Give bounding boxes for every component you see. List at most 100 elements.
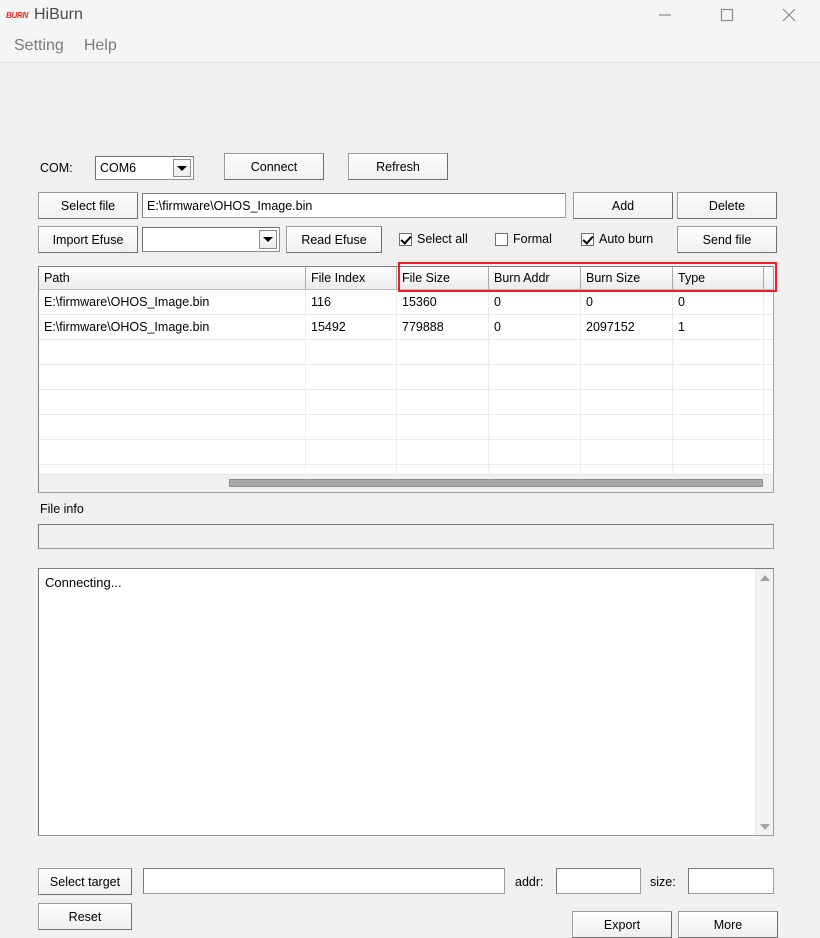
log-output[interactable]: Connecting...	[38, 568, 774, 836]
efuse-select[interactable]	[142, 227, 280, 252]
checkbox-box	[495, 232, 508, 246]
file-table[interactable]: Path File Index File Size Burn Addr Burn Siz…	[38, 266, 774, 493]
table-cell-empty	[673, 415, 764, 439]
window-title: HiBurn	[34, 6, 83, 23]
table-cell-empty	[673, 440, 764, 464]
com-label: COM:	[40, 161, 73, 175]
table-row-empty[interactable]	[39, 440, 773, 465]
close-icon[interactable]	[758, 0, 820, 30]
addr-input[interactable]	[556, 868, 641, 894]
select-target-button[interactable]: Select target	[38, 868, 132, 895]
select-all-checkbox[interactable]: Select all	[399, 232, 468, 246]
scroll-down-icon[interactable]	[756, 818, 773, 835]
export-button[interactable]: Export	[572, 911, 672, 938]
table-row-empty[interactable]	[39, 415, 773, 440]
select-file-button[interactable]: Select file	[38, 192, 138, 219]
table-cell-burn-size: 0	[581, 290, 673, 314]
formal-checkbox[interactable]: Formal	[495, 232, 552, 246]
table-cell-file-size: 779888	[397, 315, 489, 339]
table-cell-file-index: 116	[306, 290, 397, 314]
table-cell-path: E:\firmware\OHOS_Image.bin	[39, 315, 306, 339]
table-cell-empty	[306, 390, 397, 414]
table-horizontal-scrollbar[interactable]	[39, 474, 773, 492]
table-cell-empty	[489, 440, 581, 464]
chevron-down-icon[interactable]	[259, 230, 277, 249]
log-text: Connecting...	[45, 575, 122, 590]
menu-item-help[interactable]: Help	[74, 35, 127, 57]
connect-button[interactable]: Connect	[224, 153, 324, 180]
table-cell-empty	[39, 340, 306, 364]
table-row[interactable]: E:\firmware\OHOS_Image.bin 116 15360 0 0 0	[39, 290, 773, 315]
table-cell-empty	[306, 340, 397, 364]
table-cell-empty	[581, 440, 673, 464]
table-cell-empty	[397, 440, 489, 464]
table-cell-empty	[673, 390, 764, 414]
file-info-field	[38, 524, 774, 549]
table-cell-empty	[397, 365, 489, 389]
send-file-button[interactable]: Send file	[677, 226, 777, 253]
table-cell-empty	[489, 390, 581, 414]
table-cell-empty	[39, 415, 306, 439]
com-port-value: COM6	[100, 161, 137, 175]
table-row-empty[interactable]	[39, 340, 773, 365]
scrollbar-thumb[interactable]	[229, 479, 763, 487]
table-cell-empty	[306, 365, 397, 389]
menu-item-setting[interactable]: Setting	[4, 35, 74, 57]
table-column-header[interactable]: Burn Size	[581, 267, 673, 289]
log-vertical-scrollbar[interactable]	[755, 569, 773, 835]
table-cell-empty	[673, 365, 764, 389]
delete-button[interactable]: Delete	[677, 192, 777, 219]
table-cell-empty	[489, 340, 581, 364]
table-cell-empty	[397, 390, 489, 414]
table-column-header[interactable]: File Size	[397, 267, 489, 289]
table-cell-empty	[581, 390, 673, 414]
table-cell-burn-addr: 0	[489, 290, 581, 314]
table-cell-type: 0	[673, 290, 764, 314]
add-button[interactable]: Add	[573, 192, 673, 219]
table-cell-empty	[397, 415, 489, 439]
table-cell-empty	[581, 415, 673, 439]
target-input[interactable]	[143, 868, 505, 894]
auto-burn-checkbox[interactable]: Auto burn	[581, 232, 653, 246]
refresh-button[interactable]: Refresh	[348, 153, 448, 180]
file-path-input[interactable]: E:\firmware\OHOS_Image.bin	[142, 193, 566, 218]
menu-bar: Setting Help	[0, 30, 820, 63]
import-efuse-button[interactable]: Import Efuse	[38, 226, 138, 253]
table-column-header[interactable]: Burn Addr	[489, 267, 581, 289]
table-cell-empty	[306, 440, 397, 464]
addr-label: addr:	[515, 875, 544, 889]
table-cell-file-index: 15492	[306, 315, 397, 339]
client-area: COM: COM6 Connect Refresh Select file E:…	[0, 63, 820, 938]
table-column-header[interactable]: Path	[39, 267, 306, 289]
file-info-label: File info	[40, 502, 84, 516]
table-cell-empty	[39, 390, 306, 414]
table-cell-empty	[39, 365, 306, 389]
table-cell-empty	[489, 415, 581, 439]
window-controls	[634, 0, 820, 30]
table-cell-file-size: 15360	[397, 290, 489, 314]
table-cell-path: E:\firmware\OHOS_Image.bin	[39, 290, 306, 314]
maximize-icon[interactable]	[696, 0, 758, 30]
table-row-empty[interactable]	[39, 365, 773, 390]
table-row-empty[interactable]	[39, 390, 773, 415]
table-cell-empty	[489, 365, 581, 389]
minimize-icon[interactable]	[634, 0, 696, 30]
table-cell-empty	[39, 440, 306, 464]
burn-app-icon: BURN	[6, 10, 28, 20]
table-body: E:\firmware\OHOS_Image.bin 116 15360 0 0 0 E:\…	[39, 290, 773, 490]
title-bar: BURN HiBurn	[0, 0, 820, 30]
table-column-header[interactable]: Type	[673, 267, 764, 289]
chevron-down-icon[interactable]	[173, 159, 191, 177]
table-header-row: Path File Index File Size Burn Addr Burn Siz…	[39, 267, 773, 290]
reset-button[interactable]: Reset	[38, 903, 132, 930]
read-efuse-button[interactable]: Read Efuse	[286, 226, 382, 253]
scroll-up-icon[interactable]	[756, 569, 773, 586]
more-button[interactable]: More	[678, 911, 778, 938]
table-column-header[interactable]: File Index	[306, 267, 397, 289]
table-row[interactable]: E:\firmware\OHOS_Image.bin 15492 779888 0 20…	[39, 315, 773, 340]
com-port-select[interactable]: COM6	[95, 156, 194, 180]
size-input[interactable]	[688, 868, 774, 894]
size-label: size:	[650, 875, 676, 889]
table-cell-empty	[581, 365, 673, 389]
table-cell-burn-addr: 0	[489, 315, 581, 339]
